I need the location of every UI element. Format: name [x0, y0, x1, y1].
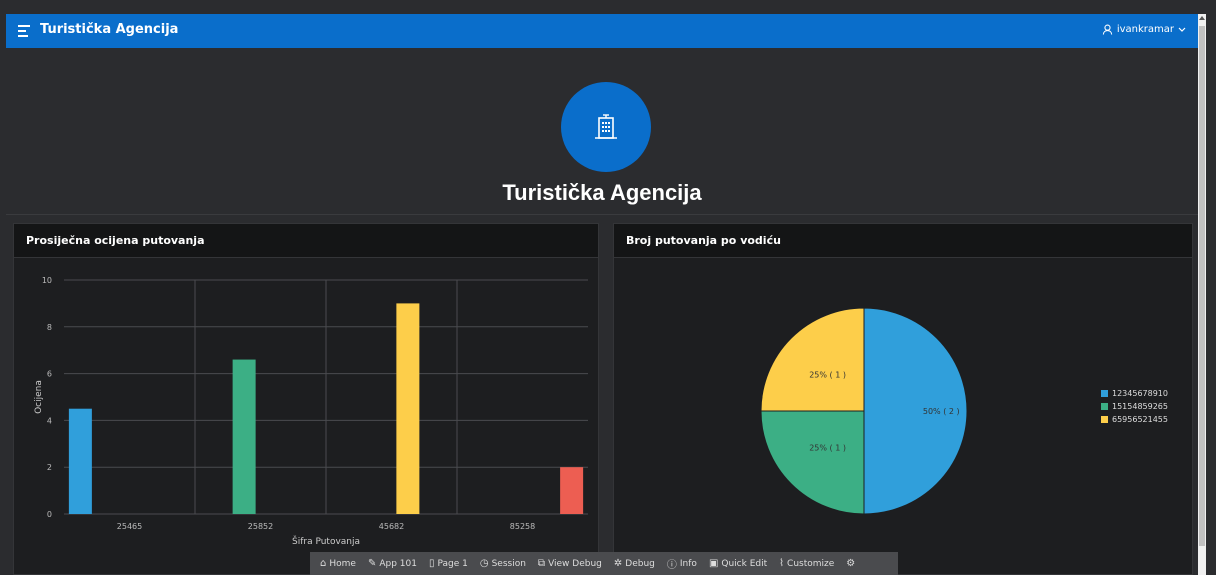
app-title[interactable]: Turistička Agencija — [40, 22, 178, 37]
devbar-home[interactable]: ⌂ Home — [320, 558, 356, 569]
pie-chart: 50% ( 2 ) 25% ( 1 ) 25% ( 1 ) 12345678910 15… — [760, 307, 1168, 515]
menu-icon[interactable] — [18, 25, 30, 40]
bar-85258 — [560, 467, 584, 514]
legend-label: 15154859265 — [1112, 402, 1168, 411]
external-link-icon: ⧉ — [537, 558, 546, 569]
x-axis-label: Šifra Putovanja — [292, 535, 360, 547]
y-tick-label: 0 — [47, 510, 52, 519]
y-axis-label: Ocijena — [34, 380, 44, 414]
pie-chart-panel: Broj putovanja po vodiću 50% ( 2 ) 25% ( … — [613, 223, 1193, 575]
gear-icon: ⚙ — [846, 558, 856, 569]
pie-slice-label: 50% ( 2 ) — [923, 407, 960, 416]
edit-icon: ✎ — [367, 558, 377, 569]
devbar-app[interactable]: ✎ App 101 — [368, 558, 417, 569]
pie-slice-15154859265 — [760, 410, 865, 515]
username-label: ivankramar — [1116, 24, 1174, 35]
clock-icon: ◷ — [479, 558, 489, 569]
devbar-settings[interactable]: ⚙ — [846, 558, 855, 569]
devbar-quick-edit[interactable]: ▣ Quick Edit — [709, 558, 767, 569]
devbar-debug[interactable]: ✲ Debug — [614, 558, 655, 569]
info-icon: ⓘ — [666, 560, 677, 571]
bar-chart: 0 2 4 6 8 10 25465 25852 45682 85258 Šifra Putovan… — [34, 276, 588, 547]
y-tick-label: 10 — [42, 276, 52, 285]
user-menu[interactable]: ivankramar — [1102, 24, 1186, 35]
devbar-session[interactable]: ◷ Session — [480, 558, 526, 569]
devbar-page[interactable]: ▯ Page 1 — [429, 558, 468, 569]
page-icon: ▯ — [428, 558, 435, 569]
legend-swatch — [1101, 403, 1108, 410]
bar-chart-title: Prosiječna ocijena putovanja — [14, 224, 598, 258]
bar-45682 — [396, 303, 420, 514]
user-icon — [1102, 24, 1112, 35]
x-tick-label: 45682 — [379, 522, 404, 531]
x-tick-label: 25852 — [248, 522, 273, 531]
bar-chart-panel: Prosiječna ocijena putovanja 0 2 4 6 8 10 2546… — [13, 223, 599, 575]
legend-label: 12345678910 — [1112, 389, 1168, 398]
devbar-view-debug[interactable]: ⧉ View Debug — [538, 558, 602, 569]
legend-label: 65956521455 — [1112, 415, 1168, 424]
brush-icon: ⌇ — [779, 558, 785, 569]
bug-icon: ✲ — [613, 558, 623, 569]
pie-slice-label: 25% ( 1 ) — [809, 371, 846, 380]
developer-toolbar: ⌂ Home ✎ App 101 ▯ Page 1 ◷ Session ⧉ View De… — [310, 552, 898, 575]
devbar-customize[interactable]: ⌇ Customize — [779, 558, 834, 569]
devbar-info[interactable]: ⓘ Info — [666, 556, 697, 572]
quick-edit-icon: ▣ — [708, 558, 719, 569]
legend-swatch — [1101, 390, 1108, 397]
x-tick-label: 85258 — [510, 522, 535, 531]
y-tick-label: 8 — [47, 323, 52, 332]
hero-title: Turistička Agencija — [502, 180, 702, 205]
pie-chart-title: Broj putovanja po vodiću — [614, 224, 1192, 258]
y-tick-label: 4 — [47, 416, 52, 425]
pie-slice-label: 25% ( 1 ) — [809, 443, 846, 452]
hero-region: Turistička Agencija — [6, 48, 1198, 215]
page-scrollbar[interactable] — [1198, 14, 1206, 575]
chevron-down-icon — [1178, 27, 1186, 32]
bar-25465 — [68, 408, 92, 514]
pie-slice-65956521455 — [760, 307, 865, 412]
bar-25852 — [232, 359, 256, 514]
y-tick-label: 6 — [47, 370, 52, 379]
x-tick-label: 25465 — [117, 522, 142, 531]
app-window: Turistička Agencija ivankramar Turističk… — [6, 14, 1206, 575]
building-icon — [595, 114, 617, 139]
y-tick-label: 2 — [47, 463, 52, 472]
top-navigation-bar: Turistička Agencija ivankramar — [6, 14, 1206, 48]
home-icon: ⌂ — [320, 558, 327, 569]
hero-icon-circle — [561, 82, 651, 172]
legend-swatch — [1101, 416, 1108, 423]
